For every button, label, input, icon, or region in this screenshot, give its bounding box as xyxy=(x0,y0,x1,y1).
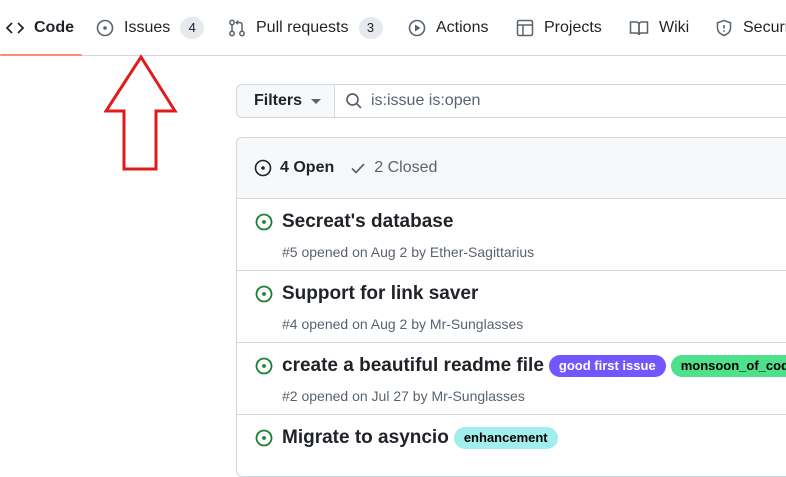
play-icon xyxy=(408,19,426,37)
issue-title-link[interactable]: Support for link saver xyxy=(282,283,478,305)
filters-button[interactable]: Filters xyxy=(236,84,334,118)
issue-list-header: 4 Open 2 Closed xyxy=(237,138,786,199)
issue-title-link[interactable]: Migrate to asyncio xyxy=(282,427,449,449)
pulls-count-badge: 3 xyxy=(358,17,383,39)
search-input[interactable] xyxy=(371,92,751,110)
issue-opened-icon xyxy=(96,19,114,37)
tab-pull-requests[interactable]: Pull requests 3 xyxy=(228,0,383,56)
tab-actions-label: Actions xyxy=(436,19,489,36)
tab-wiki-label: Wiki xyxy=(659,19,690,36)
search-icon xyxy=(345,92,363,110)
issue-opened-icon xyxy=(255,213,273,236)
tab-code-label: Code xyxy=(34,19,74,36)
issue-list: 4 Open 2 Closed Secreat's database #5 op… xyxy=(236,137,786,477)
issue-row: Migrate to asyncio enhancement xyxy=(237,415,786,476)
open-count-label: 4 Open xyxy=(280,159,335,176)
tab-wiki[interactable]: Wiki xyxy=(629,0,689,56)
open-issues-toggle[interactable]: 4 Open xyxy=(254,159,334,177)
issue-opened-icon xyxy=(255,285,273,308)
issue-label[interactable]: good first issue xyxy=(548,355,666,377)
tab-security[interactable]: Security xyxy=(715,0,786,56)
annotation-arrow xyxy=(104,54,178,171)
issues-count-badge: 4 xyxy=(180,17,205,39)
issue-title-link[interactable]: create a beautiful readme file xyxy=(282,355,544,377)
tab-code[interactable]: Code xyxy=(0,0,82,56)
check-icon xyxy=(350,160,366,176)
issue-label[interactable]: enhancement xyxy=(453,427,558,449)
tab-actions[interactable]: Actions xyxy=(408,0,488,56)
filters-label: Filters xyxy=(254,92,303,109)
table-icon xyxy=(516,19,534,37)
issue-row: create a beautiful readme file good firs… xyxy=(237,343,786,415)
issue-meta: #5 opened on Aug 2 by Ether-Sagittarius xyxy=(282,244,535,260)
tab-issues-label: Issues xyxy=(124,19,171,36)
tab-projects[interactable]: Projects xyxy=(516,0,602,56)
issue-meta: #2 opened on Jul 27 by Mr-Sunglasses xyxy=(282,388,525,404)
closed-count-label: 2 Closed xyxy=(374,159,438,176)
repo-nav: Code Issues 4 Pull requests 3 Actions Pr… xyxy=(0,0,786,56)
issue-opened-icon xyxy=(255,429,273,452)
search-field[interactable] xyxy=(334,84,786,118)
closed-issues-toggle[interactable]: 2 Closed xyxy=(350,159,437,177)
issue-meta: #4 opened on Aug 2 by Mr-Sunglasses xyxy=(282,316,524,332)
issue-label[interactable]: monsoon_of_code xyxy=(670,355,786,377)
shield-icon xyxy=(715,19,733,37)
issue-opened-icon xyxy=(254,159,272,177)
tab-projects-label: Projects xyxy=(544,19,602,36)
issue-row: Support for link saver #4 opened on Aug … xyxy=(237,271,786,343)
caret-down-icon xyxy=(311,98,322,104)
code-icon xyxy=(6,20,24,36)
tab-issues[interactable]: Issues 4 xyxy=(96,0,205,56)
book-icon xyxy=(629,19,649,37)
issue-row: Secreat's database #5 opened on Aug 2 by… xyxy=(237,199,786,271)
issue-opened-icon xyxy=(255,357,273,380)
git-pull-request-icon xyxy=(228,19,246,37)
tab-security-label: Security xyxy=(743,19,786,36)
issue-title-link[interactable]: Secreat's database xyxy=(282,211,453,233)
tab-pull-requests-label: Pull requests xyxy=(256,19,349,36)
